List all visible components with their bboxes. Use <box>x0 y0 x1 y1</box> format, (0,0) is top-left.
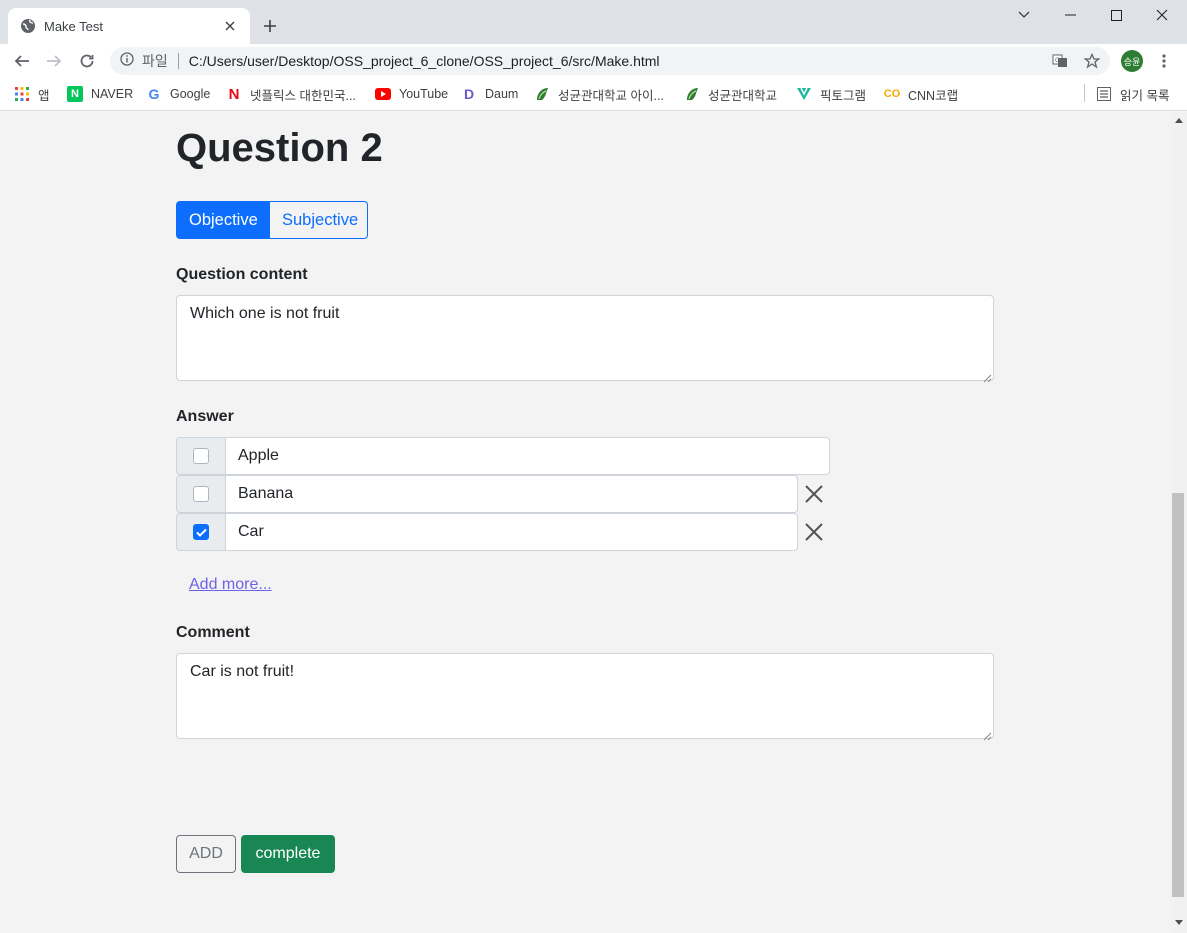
divider <box>177 53 179 69</box>
skku-icon <box>684 86 700 102</box>
netflix-icon: N <box>228 85 240 103</box>
google-icon: G <box>148 86 160 102</box>
translate-icon[interactable]: G <box>1051 52 1069 70</box>
bookmark-pictogram[interactable]: 픽토그램 <box>796 84 866 104</box>
daum-icon: D <box>463 86 475 102</box>
minimize-icon[interactable] <box>1047 0 1093 30</box>
reload-icon[interactable] <box>75 49 99 73</box>
naver-icon: N <box>67 86 83 102</box>
bookmark-daum[interactable]: D Daum <box>461 84 518 104</box>
delete-answer-icon[interactable] <box>802 482 826 506</box>
add-button[interactable]: ADD <box>176 835 236 873</box>
answer-checkbox-cell <box>176 475 226 513</box>
answer-checkbox[interactable] <box>193 448 209 464</box>
scrollbar-thumb[interactable] <box>1172 493 1184 897</box>
browser-tab[interactable]: Make Test <box>8 8 250 44</box>
reading-list-icon <box>1096 86 1112 102</box>
browser-toolbar: 파일 C:/Users/user/Desktop/OSS_project_6_c… <box>0 44 1187 78</box>
question-title: Question 2 <box>176 126 383 170</box>
bookmarks-divider <box>1084 84 1085 102</box>
answer-row: Apple <box>176 437 830 475</box>
globe-icon <box>20 18 36 34</box>
comment-text: Car is not fruit! <box>190 663 295 680</box>
bookmark-apps[interactable]: 앱 <box>14 84 50 104</box>
delete-answer-icon[interactable] <box>802 520 826 544</box>
scroll-down-icon[interactable] <box>1170 914 1187 931</box>
resize-grip-icon[interactable] <box>983 370 992 383</box>
question-type-toggle: Objective Subjective <box>176 201 368 239</box>
answer-checkbox[interactable] <box>193 486 209 502</box>
bookmark-google[interactable]: G Google <box>146 84 211 104</box>
apps-grid-icon <box>14 86 30 102</box>
answer-label: Answer <box>176 408 234 425</box>
answer-checkbox-cell <box>176 513 226 551</box>
answer-checkbox-cell <box>176 437 226 475</box>
bookmark-youtube[interactable]: YouTube <box>375 84 448 104</box>
question-content-label: Question content <box>176 266 308 283</box>
skku-icon <box>534 86 550 102</box>
close-window-icon[interactable] <box>1139 0 1185 30</box>
comment-input[interactable]: Car is not fruit! <box>176 653 994 741</box>
pictogram-icon <box>796 86 812 102</box>
question-content-text: Which one is not fruit <box>190 305 340 322</box>
colab-icon: CO <box>883 88 901 100</box>
bookmark-star-icon[interactable] <box>1083 52 1101 70</box>
check-icon <box>195 528 207 537</box>
new-tab-icon[interactable] <box>258 14 282 38</box>
bookmark-skku-i[interactable]: 성균관대학교 아이... <box>534 84 664 104</box>
close-tab-icon[interactable] <box>220 16 240 36</box>
address-bar[interactable]: 파일 C:/Users/user/Desktop/OSS_project_6_c… <box>110 47 1110 75</box>
bookmark-netflix[interactable]: N 넷플릭스 대한민국... <box>226 84 356 104</box>
answer-input[interactable]: Apple <box>226 437 830 475</box>
resize-grip-icon[interactable] <box>983 728 992 741</box>
forward-icon[interactable] <box>42 49 66 73</box>
svg-text:G: G <box>1055 57 1060 64</box>
maximize-icon[interactable] <box>1093 0 1139 30</box>
complete-button[interactable]: complete <box>241 835 335 873</box>
subjective-button[interactable]: Subjective <box>270 201 368 239</box>
back-icon[interactable] <box>10 49 34 73</box>
add-more-link[interactable]: Add more... <box>189 576 272 594</box>
answer-checkbox[interactable] <box>193 524 209 540</box>
tab-strip: Make Test <box>0 0 1187 44</box>
answer-input[interactable]: Banana <box>226 475 798 513</box>
answer-row: Banana <box>176 475 798 513</box>
youtube-icon <box>375 86 391 102</box>
question-content-input[interactable]: Which one is not fruit <box>176 295 994 383</box>
bookmark-skku[interactable]: 성균관대학교 <box>684 84 777 104</box>
profile-avatar[interactable]: 승윤 <box>1121 50 1143 72</box>
answer-row: Car <box>176 513 798 551</box>
answer-input[interactable]: Car <box>226 513 798 551</box>
comment-label: Comment <box>176 624 250 641</box>
tab-title: Make Test <box>44 18 104 34</box>
url-text[interactable]: C:/Users/user/Desktop/OSS_project_6_clon… <box>189 53 660 69</box>
more-menu-icon[interactable] <box>1156 51 1172 71</box>
info-icon[interactable] <box>120 51 134 71</box>
reading-list-button[interactable]: 읽기 목록 <box>1096 84 1169 104</box>
scheme-label: 파일 <box>142 53 168 69</box>
scroll-up-icon[interactable] <box>1170 112 1187 129</box>
tab-search-icon[interactable] <box>1001 0 1047 30</box>
bookmark-colab[interactable]: CO CNN코랩 <box>884 84 958 104</box>
bookmark-naver[interactable]: N NAVER <box>67 84 133 104</box>
objective-button[interactable]: Objective <box>176 201 270 239</box>
bookmarks-bar: 앱 N NAVER G Google N 넷플릭스 대한민국... YouTub… <box>0 78 1187 111</box>
